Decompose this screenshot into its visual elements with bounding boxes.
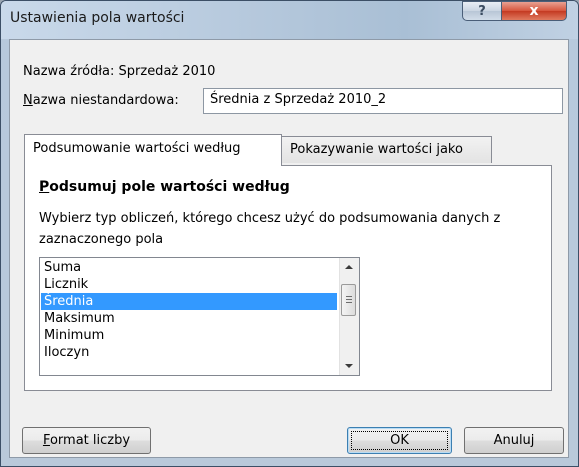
- format-access-key: F: [42, 433, 50, 448]
- list-item-average[interactable]: Średnia: [41, 293, 337, 310]
- list-item-min[interactable]: Minimum: [41, 327, 337, 344]
- tab-show-values-as-label: Pokazywanie wartości jako: [290, 142, 463, 157]
- section-title: Podsumuj pole wartości według: [39, 179, 290, 195]
- list-scrollbar[interactable]: [339, 258, 359, 375]
- scroll-down-arrow-icon[interactable]: [345, 364, 353, 368]
- close-button[interactable]: x: [501, 1, 567, 21]
- close-icon: x: [529, 3, 539, 19]
- custom-name-label-text: azwa niestandardowa:: [32, 93, 179, 108]
- source-name-value: Sprzedaż 2010: [118, 64, 216, 79]
- custom-name-input[interactable]: Średnia z Sprzedaż 2010_2: [203, 88, 563, 114]
- title-bar[interactable]: Ustawienia pola wartości ? x: [1, 1, 578, 39]
- number-format-button[interactable]: Format liczby: [22, 427, 151, 454]
- dialog-window: Ustawienia pola wartości ? x Nazwa źródł…: [0, 0, 579, 467]
- help-button[interactable]: ?: [462, 1, 502, 21]
- help-icon: ?: [478, 3, 486, 19]
- list-item-max[interactable]: Maksimum: [41, 310, 337, 327]
- calculation-type-list[interactable]: Suma Licznik Średnia Maksimum Minimum Il…: [39, 257, 360, 376]
- source-name-row: Nazwa źródła: Sprzedaż 2010: [23, 64, 215, 79]
- scroll-thumb[interactable]: [341, 284, 356, 316]
- dialog-body: Nazwa źródła: Sprzedaż 2010 Nazwa niesta…: [9, 39, 569, 458]
- source-name-label: Nazwa źródła:: [23, 64, 115, 79]
- grip-line: [346, 299, 352, 300]
- ok-button[interactable]: OK: [347, 427, 452, 454]
- focus-rectangle: [351, 431, 448, 450]
- cancel-label: Anuluj: [493, 433, 535, 448]
- custom-name-access-key: N: [23, 93, 33, 108]
- cancel-button[interactable]: Anuluj: [464, 427, 564, 454]
- tab-show-values-as[interactable]: Pokazywanie wartości jako: [281, 136, 492, 163]
- format-label: ormat liczby: [49, 433, 131, 448]
- section-title-text: odsumuj pole wartości według: [49, 179, 290, 195]
- list-item-count[interactable]: Licznik: [41, 276, 337, 293]
- custom-name-label: Nazwa niestandardowa:: [23, 93, 179, 108]
- section-title-access-key: P: [39, 179, 50, 195]
- list-item-product[interactable]: Iloczyn: [41, 344, 337, 361]
- tab-summarize-by[interactable]: Podsumowanie wartości według: [24, 134, 282, 166]
- grip-line: [346, 302, 352, 303]
- summarize-panel: Podsumuj pole wartości według Wybierz ty…: [24, 165, 552, 391]
- tab-summarize-by-label: Podsumowanie wartości według: [33, 141, 241, 156]
- grip-line: [346, 296, 352, 297]
- list-item-sum[interactable]: Suma: [41, 259, 337, 276]
- dialog-title: Ustawienia pola wartości: [10, 10, 185, 26]
- scroll-up-arrow-icon[interactable]: [345, 265, 353, 269]
- section-description: Wybierz typ obliczeń, którego chcesz uży…: [39, 211, 501, 247]
